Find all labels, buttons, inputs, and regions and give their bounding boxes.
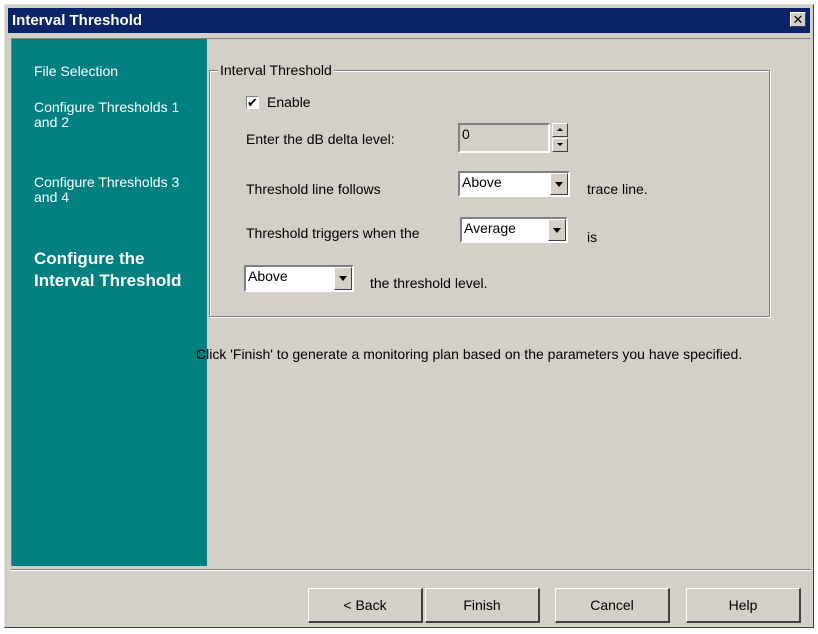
- enable-label: Enable: [267, 94, 311, 110]
- cancel-button[interactable]: Cancel: [555, 588, 670, 623]
- triggers-select[interactable]: Average: [460, 217, 568, 243]
- follows-suffix: trace line.: [587, 181, 648, 197]
- threshold-level-select[interactable]: Above: [244, 265, 354, 292]
- window-title: Interval Threshold: [12, 12, 143, 29]
- wizard-content: Interval Threshold ✔ Enable Enter the dB…: [196, 38, 811, 566]
- wizard-steps-sidebar: File Selection Configure Thresholds 1 an…: [11, 38, 207, 566]
- spin-up-button[interactable]: [552, 123, 568, 137]
- db-delta-input[interactable]: 0: [458, 123, 550, 153]
- help-button[interactable]: Help: [686, 588, 801, 623]
- follows-select[interactable]: Above: [458, 171, 570, 197]
- step-configure-thresholds-3-4: Configure Thresholds 3 and 4: [34, 174, 180, 205]
- follows-selected-value: Above: [462, 174, 502, 190]
- triggers-dropdown-button[interactable]: [548, 219, 566, 241]
- step-file-selection: File Selection: [34, 63, 119, 79]
- triggers-suffix: is: [587, 229, 598, 245]
- interval-threshold-group: Interval Threshold ✔ Enable Enter the dB…: [209, 62, 770, 317]
- wizard-dialog: Interval Threshold ✕ File Selection Conf…: [4, 4, 814, 628]
- group-legend: Interval Threshold: [218, 62, 334, 78]
- spin-down-button[interactable]: [552, 138, 568, 152]
- chevron-down-icon: [555, 182, 563, 187]
- close-icon: ✕: [792, 12, 804, 27]
- finish-button[interactable]: Finish: [425, 588, 540, 623]
- chevron-down-icon: [339, 276, 347, 281]
- chevron-down-icon: [553, 228, 561, 233]
- info-text: Click 'Finish' to generate a monitoring …: [196, 346, 743, 362]
- level-selected-value: Above: [248, 268, 288, 284]
- spin-up-arrow-icon: [557, 128, 563, 131]
- triggers-selected-value: Average: [464, 220, 516, 236]
- enable-checkbox[interactable]: ✔: [246, 96, 259, 109]
- step-configure-thresholds-1-2: Configure Thresholds 1 and 2: [34, 99, 180, 130]
- triggers-label: Threshold triggers when the: [246, 225, 420, 241]
- spin-down-arrow-icon: [557, 143, 563, 146]
- back-button[interactable]: < Back: [308, 588, 423, 623]
- level-suffix: the threshold level.: [370, 275, 488, 291]
- close-button[interactable]: ✕: [790, 12, 806, 27]
- title-bar[interactable]: Interval Threshold ✕: [8, 8, 810, 33]
- db-delta-label: Enter the dB delta level:: [246, 131, 395, 147]
- follows-label: Threshold line follows: [246, 181, 381, 197]
- step-configure-interval-threshold: Configure the Interval Threshold: [34, 249, 182, 290]
- follows-dropdown-button[interactable]: [550, 173, 568, 195]
- footer-divider: [11, 569, 811, 571]
- checkmark-icon: ✔: [247, 95, 258, 110]
- level-dropdown-button[interactable]: [334, 267, 352, 290]
- db-delta-value: 0: [462, 126, 470, 142]
